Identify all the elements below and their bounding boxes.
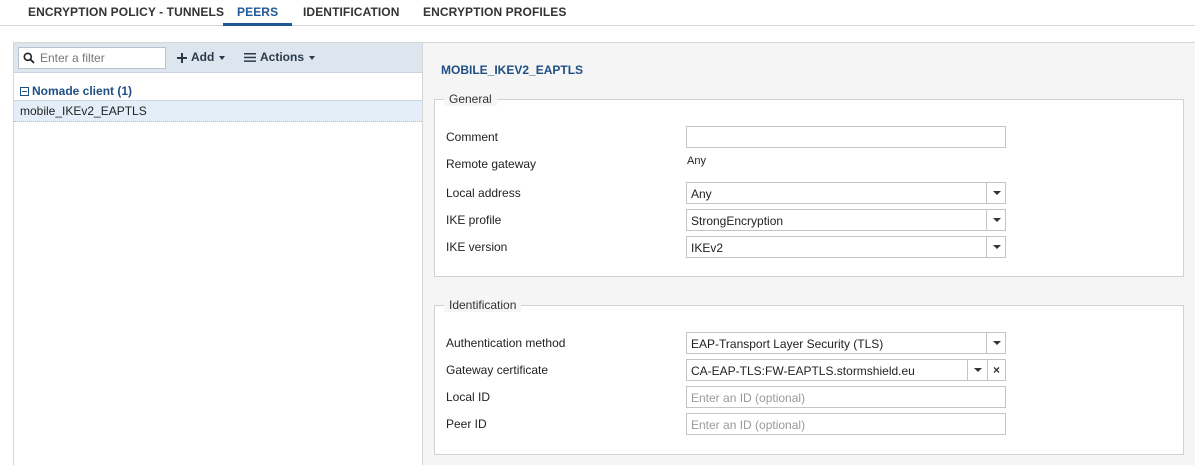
comment-label: Comment (446, 130, 499, 144)
tab-encryption-policy-tunnels[interactable]: ENCRYPTION POLICY - TUNNELS (28, 0, 224, 26)
menu-icon (244, 53, 256, 63)
auth-method-row: Authentication method EAP-Transport Laye… (446, 332, 1174, 354)
comment-row: Comment (446, 126, 1174, 148)
filter-input[interactable] (40, 50, 162, 66)
dropdown-arrow-icon[interactable] (986, 183, 1005, 203)
comment-input[interactable] (686, 126, 1006, 148)
gateway-cert-select[interactable]: CA-EAP-TLS:FW-EAPTLS.stormshield.eu × (686, 359, 1006, 381)
peer-list-panel: Add Actions Nomade client (1) mobile_IKE… (13, 42, 423, 465)
dropdown-arrow-icon[interactable] (986, 237, 1005, 257)
list-toolbar: Add Actions (14, 43, 422, 73)
auth-method-select[interactable]: EAP-Transport Layer Security (TLS) (686, 332, 1006, 354)
ike-profile-row: IKE profile StrongEncryption (446, 209, 1174, 231)
tab-encryption-profiles[interactable]: ENCRYPTION PROFILES (423, 0, 566, 26)
general-legend: General (444, 92, 497, 106)
ike-profile-label: IKE profile (446, 213, 502, 227)
ike-version-value: IKEv2 (691, 241, 724, 255)
peer-detail-panel: MOBILE_IKEV2_EAPTLS General Comment Remo… (423, 42, 1195, 465)
filter-box (18, 47, 166, 69)
ike-version-select[interactable]: IKEv2 (686, 236, 1006, 258)
add-button-label: Add (191, 50, 215, 64)
peer-id-row: Peer ID Enter an ID (optional) (446, 413, 1174, 435)
peer-id-input[interactable]: Enter an ID (optional) (686, 413, 1006, 435)
add-button[interactable]: Add (177, 49, 226, 67)
gateway-cert-label: Gateway certificate (446, 363, 549, 377)
local-id-placeholder: Enter an ID (optional) (691, 391, 806, 405)
ike-version-label: IKE version (446, 240, 508, 254)
auth-method-label: Authentication method (446, 336, 566, 350)
local-address-label: Local address (446, 186, 521, 200)
dropdown-arrow-icon[interactable] (967, 360, 986, 380)
tab-bar: ENCRYPTION POLICY - TUNNELS PEERS IDENTI… (0, 0, 1195, 26)
local-address-row: Local address Any (446, 182, 1174, 204)
peer-id-placeholder: Enter an ID (optional) (691, 418, 806, 432)
ike-version-row: IKE version IKEv2 (446, 236, 1174, 258)
clear-icon[interactable]: × (987, 360, 1005, 380)
chevron-down-icon (309, 55, 316, 60)
remote-gateway-label: Remote gateway (446, 157, 537, 171)
local-address-value: Any (691, 187, 712, 201)
search-icon (23, 52, 35, 64)
auth-method-value: EAP-Transport Layer Security (TLS) (691, 337, 884, 351)
tab-peers[interactable]: PEERS (223, 0, 293, 26)
remote-gateway-row: Remote gateway Any (446, 153, 1174, 175)
peer-id-label: Peer ID (446, 417, 487, 431)
ike-profile-value: StrongEncryption (691, 214, 784, 228)
identification-legend: Identification (444, 298, 522, 312)
remote-gateway-value: Any (687, 155, 706, 167)
chevron-down-icon (219, 55, 226, 60)
actions-button-label: Actions (260, 50, 305, 64)
list-item[interactable]: mobile_IKEv2_EAPTLS (14, 100, 422, 122)
tree-group-label: Nomade client (1) (32, 84, 133, 98)
actions-button[interactable]: Actions (244, 49, 316, 67)
local-id-row: Local ID Enter an ID (optional) (446, 386, 1174, 408)
plus-icon (177, 52, 187, 63)
local-id-label: Local ID (446, 390, 491, 404)
identification-section: Identification Authentication method EAP… (434, 298, 1184, 455)
tab-identification[interactable]: IDENTIFICATION (303, 0, 400, 26)
gateway-cert-value: CA-EAP-TLS:FW-EAPTLS.stormshield.eu (691, 364, 915, 378)
gateway-cert-row: Gateway certificate CA-EAP-TLS:FW-EAPTLS… (446, 359, 1174, 381)
ike-profile-select[interactable]: StrongEncryption (686, 209, 1006, 231)
tree-group-nomade-client[interactable]: Nomade client (1) (20, 83, 132, 99)
dropdown-arrow-icon[interactable] (986, 210, 1005, 230)
local-address-select[interactable]: Any (686, 182, 1006, 204)
dropdown-arrow-icon[interactable] (986, 333, 1005, 353)
local-id-input[interactable]: Enter an ID (optional) (686, 386, 1006, 408)
general-section: General Comment Remote gateway Any Local… (434, 92, 1184, 277)
collapse-icon[interactable] (20, 87, 29, 96)
page-title: MOBILE_IKEV2_EAPTLS (441, 63, 584, 77)
